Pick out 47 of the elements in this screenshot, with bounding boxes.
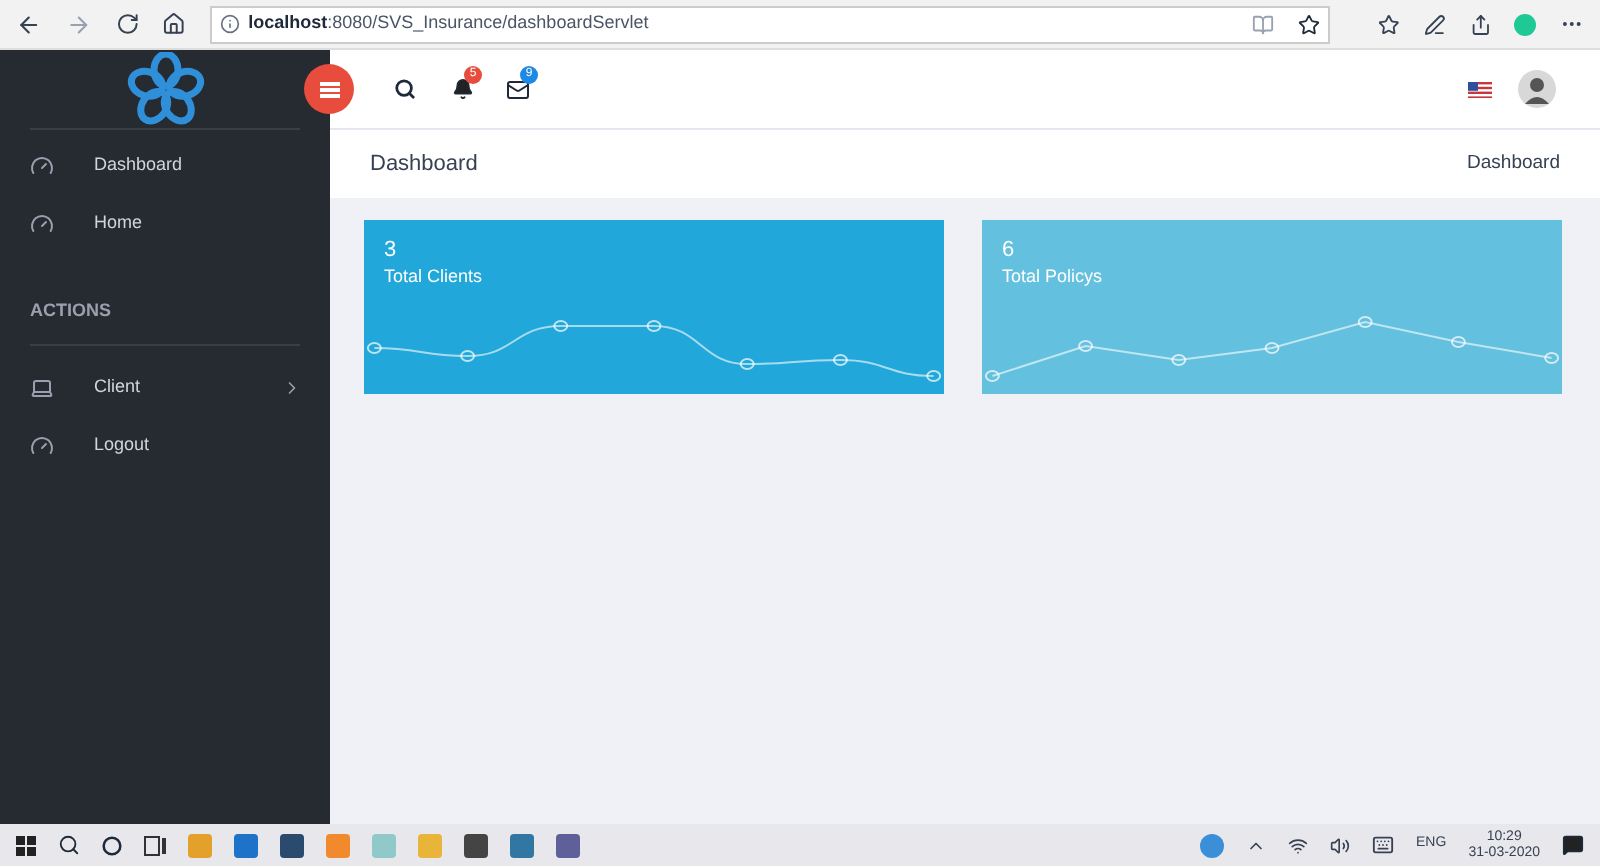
url-text: localhost:8080/SVS_Insurance/dashboardServlet	[248, 10, 651, 37]
refresh-icon[interactable]	[115, 12, 139, 36]
logo-icon	[125, 51, 205, 127]
gauge-icon	[30, 211, 54, 235]
stat-value: 6	[1002, 238, 1017, 264]
favorite-icon[interactable]	[1298, 13, 1320, 35]
menu-icon	[319, 81, 339, 97]
pen-icon[interactable]	[1423, 13, 1446, 35]
sidebar-item[interactable]: Dashboard	[0, 136, 330, 194]
notifications-icon[interactable]	[1562, 834, 1584, 856]
info-icon	[220, 14, 241, 34]
taskbar-app-icon[interactable]	[510, 833, 534, 857]
stat-label: Total Policys	[1002, 264, 1105, 290]
taskbar-app-icon[interactable]	[280, 833, 304, 857]
page-title: Dashboard	[370, 149, 478, 180]
gauge-icon	[30, 153, 54, 177]
share-icon[interactable]	[1469, 13, 1491, 35]
sidebar-item[interactable]: Logout	[0, 416, 330, 474]
reading-view-icon[interactable]	[1252, 13, 1274, 35]
flag-icon[interactable]	[1468, 81, 1492, 97]
start-icon[interactable]	[16, 835, 36, 855]
laptop-icon	[30, 375, 54, 399]
gauge-icon	[30, 433, 54, 457]
sidebar-item[interactable]: Home	[0, 194, 330, 252]
menu-toggle-button[interactable]	[304, 64, 354, 114]
back-icon[interactable]	[16, 11, 42, 37]
stat-value: 3	[384, 238, 399, 264]
search-icon[interactable]	[394, 78, 416, 100]
taskbar-app-icon[interactable]	[234, 833, 258, 857]
task-view-icon[interactable]	[144, 835, 166, 855]
notifications-icon[interactable]	[452, 78, 474, 100]
home-icon[interactable]	[162, 12, 187, 36]
taskbar-app-icon[interactable]	[464, 833, 488, 857]
section-heading: ACTIONS	[30, 300, 111, 320]
breadcrumb[interactable]: Dashboard	[1467, 149, 1560, 179]
search-icon[interactable]	[58, 834, 80, 856]
address-bar[interactable]: localhost:8080/SVS_Insurance/dashboardServlet	[210, 5, 1330, 43]
cortana-icon[interactable]	[102, 835, 122, 855]
favorites-icon[interactable]	[1378, 13, 1400, 35]
network-icon[interactable]	[1288, 835, 1309, 855]
avatar[interactable]	[1518, 70, 1556, 108]
messages-icon[interactable]	[506, 77, 530, 101]
stat-label: Total Clients	[384, 264, 485, 290]
volume-icon[interactable]	[1330, 835, 1351, 855]
sidebar-item[interactable]: Client	[0, 358, 330, 416]
keyboard-icon[interactable]	[1372, 834, 1395, 856]
taskbar-app-icon[interactable]	[556, 833, 580, 857]
